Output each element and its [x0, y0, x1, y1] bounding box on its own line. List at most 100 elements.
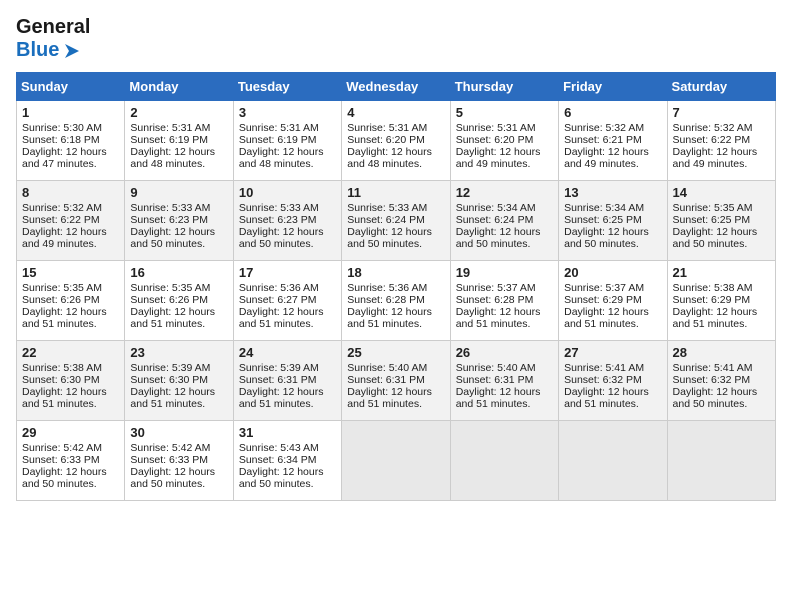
- calendar-cell: [450, 421, 558, 501]
- day-number: 20: [564, 265, 661, 280]
- day-info-line: Sunrise: 5:31 AM: [130, 122, 227, 134]
- day-info-line: Sunrise: 5:43 AM: [239, 442, 336, 454]
- day-info-line: Daylight: 12 hours: [347, 306, 444, 318]
- day-number: 19: [456, 265, 553, 280]
- day-info-line: Sunset: 6:19 PM: [130, 134, 227, 146]
- day-number: 3: [239, 105, 336, 120]
- day-number: 21: [673, 265, 770, 280]
- day-info-line: Sunrise: 5:35 AM: [673, 202, 770, 214]
- day-info-line: Daylight: 12 hours: [564, 146, 661, 158]
- day-info-line: Sunrise: 5:37 AM: [564, 282, 661, 294]
- day-info-line: Daylight: 12 hours: [347, 386, 444, 398]
- day-info-line: Daylight: 12 hours: [673, 386, 770, 398]
- day-number: 26: [456, 345, 553, 360]
- day-info-line: Daylight: 12 hours: [456, 306, 553, 318]
- day-info-line: Sunset: 6:27 PM: [239, 294, 336, 306]
- day-number: 14: [673, 185, 770, 200]
- calendar-cell: 2Sunrise: 5:31 AMSunset: 6:19 PMDaylight…: [125, 101, 233, 181]
- day-number: 31: [239, 425, 336, 440]
- day-info-line: and 49 minutes.: [564, 158, 661, 170]
- day-info-line: Sunrise: 5:30 AM: [22, 122, 119, 134]
- day-info-line: Sunset: 6:25 PM: [564, 214, 661, 226]
- day-info-line: and 48 minutes.: [239, 158, 336, 170]
- day-info-line: Sunrise: 5:33 AM: [239, 202, 336, 214]
- day-number: 23: [130, 345, 227, 360]
- day-number: 1: [22, 105, 119, 120]
- day-number: 8: [22, 185, 119, 200]
- day-info-line: and 51 minutes.: [130, 398, 227, 410]
- day-number: 5: [456, 105, 553, 120]
- day-info-line: Sunrise: 5:36 AM: [347, 282, 444, 294]
- day-info-line: Daylight: 12 hours: [239, 306, 336, 318]
- calendar-cell: 20Sunrise: 5:37 AMSunset: 6:29 PMDayligh…: [559, 261, 667, 341]
- calendar-cell: 31 Sunrise: 5:43 AMSunset: 6:34 PMDayligh…: [233, 421, 341, 501]
- day-info-line: and 51 minutes.: [22, 398, 119, 410]
- day-info-line: Sunrise: 5:41 AM: [673, 362, 770, 374]
- day-info-line: Sunset: 6:26 PM: [130, 294, 227, 306]
- day-info-line: Sunset: 6:20 PM: [347, 134, 444, 146]
- day-info-line: and 51 minutes.: [564, 398, 661, 410]
- day-info-line: Daylight: 12 hours: [456, 146, 553, 158]
- day-info-line: Sunset: 6:24 PM: [456, 214, 553, 226]
- day-info-line: Sunset: 6:26 PM: [22, 294, 119, 306]
- day-info-line: Daylight: 12 hours: [130, 386, 227, 398]
- day-info-line: Daylight: 12 hours: [22, 226, 119, 238]
- day-number: 4: [347, 105, 444, 120]
- day-number: 27: [564, 345, 661, 360]
- day-info-line: Sunset: 6:19 PM: [239, 134, 336, 146]
- calendar-cell: 8Sunrise: 5:32 AMSunset: 6:22 PMDaylight…: [17, 181, 125, 261]
- logo-text-block: General Blue: [16, 16, 90, 62]
- day-info-line: Daylight: 12 hours: [239, 466, 336, 478]
- calendar-cell: 22 Sunrise: 5:38 AMSunset: 6:30 PMDayligh…: [17, 341, 125, 421]
- day-number: 24: [239, 345, 336, 360]
- calendar-cell: 7Sunrise: 5:32 AMSunset: 6:22 PMDaylight…: [667, 101, 775, 181]
- day-info-line: Daylight: 12 hours: [22, 466, 119, 478]
- day-info-line: Daylight: 12 hours: [130, 226, 227, 238]
- day-info-line: Sunrise: 5:37 AM: [456, 282, 553, 294]
- weekday-header-thursday: Thursday: [450, 73, 558, 101]
- day-info-line: Daylight: 12 hours: [22, 386, 119, 398]
- day-info-line: Sunrise: 5:32 AM: [673, 122, 770, 134]
- day-number: 30: [130, 425, 227, 440]
- day-info-line: Daylight: 12 hours: [564, 226, 661, 238]
- day-info-line: and 51 minutes.: [239, 318, 336, 330]
- day-info-line: Sunrise: 5:33 AM: [130, 202, 227, 214]
- day-number: 16: [130, 265, 227, 280]
- day-info-line: Sunset: 6:34 PM: [239, 454, 336, 466]
- day-info-line: Sunset: 6:25 PM: [673, 214, 770, 226]
- logo-general: General: [16, 16, 90, 39]
- calendar-cell: 26Sunrise: 5:40 AMSunset: 6:31 PMDayligh…: [450, 341, 558, 421]
- day-info-line: Sunrise: 5:32 AM: [22, 202, 119, 214]
- logo: General Blue: [16, 16, 90, 62]
- day-info-line: and 51 minutes.: [564, 318, 661, 330]
- day-info-line: Sunrise: 5:38 AM: [22, 362, 119, 374]
- calendar-cell: 10Sunrise: 5:33 AMSunset: 6:23 PMDayligh…: [233, 181, 341, 261]
- day-info-line: Sunset: 6:33 PM: [130, 454, 227, 466]
- calendar-cell: 12Sunrise: 5:34 AMSunset: 6:24 PMDayligh…: [450, 181, 558, 261]
- day-info-line: Daylight: 12 hours: [456, 226, 553, 238]
- day-info-line: Daylight: 12 hours: [347, 146, 444, 158]
- calendar-cell: 17Sunrise: 5:36 AMSunset: 6:27 PMDayligh…: [233, 261, 341, 341]
- day-number: 10: [239, 185, 336, 200]
- day-number: 28: [673, 345, 770, 360]
- day-info-line: Sunset: 6:23 PM: [239, 214, 336, 226]
- day-info-line: Sunset: 6:31 PM: [239, 374, 336, 386]
- day-info-line: Sunrise: 5:42 AM: [130, 442, 227, 454]
- day-info-line: Daylight: 12 hours: [22, 146, 119, 158]
- calendar-week-row: 29Sunrise: 5:42 AMSunset: 6:33 PMDayligh…: [17, 421, 776, 501]
- day-info-line: Sunset: 6:30 PM: [22, 374, 119, 386]
- day-number: 9: [130, 185, 227, 200]
- day-info-line: Sunset: 6:28 PM: [347, 294, 444, 306]
- weekday-header-saturday: Saturday: [667, 73, 775, 101]
- day-info-line: Sunset: 6:24 PM: [347, 214, 444, 226]
- day-info-line: Sunrise: 5:36 AM: [239, 282, 336, 294]
- day-info-line: Sunrise: 5:34 AM: [564, 202, 661, 214]
- calendar-week-row: 22Sunrise: 5:38 AMSunset: 6:30 PMDayligh…: [17, 341, 776, 421]
- day-number: 22: [22, 345, 119, 360]
- day-info-line: Sunset: 6:18 PM: [22, 134, 119, 146]
- calendar-cell: [667, 421, 775, 501]
- day-info-line: Sunset: 6:20 PM: [456, 134, 553, 146]
- calendar-cell: 18Sunrise: 5:36 AMSunset: 6:28 PMDayligh…: [342, 261, 450, 341]
- weekday-header-tuesday: Tuesday: [233, 73, 341, 101]
- day-info-line: Sunset: 6:31 PM: [347, 374, 444, 386]
